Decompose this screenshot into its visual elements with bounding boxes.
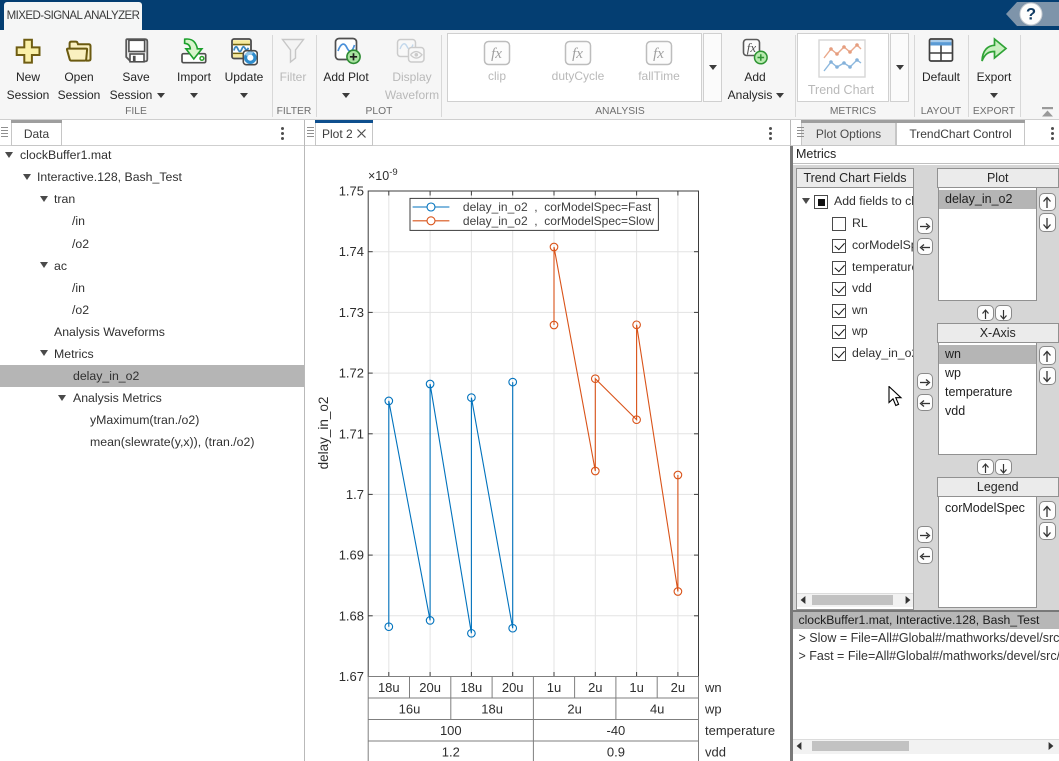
svg-text:2u: 2u [567,702,581,717]
svg-text:fx: fx [653,46,664,62]
svg-text:18u: 18u [461,680,483,695]
svg-text:1.67: 1.67 [339,669,364,684]
svg-text:1u: 1u [547,680,561,695]
svg-text:2u: 2u [671,680,685,695]
svg-text:delay_in_o2: delay_in_o2 [316,397,331,470]
svg-text:1.75: 1.75 [339,184,364,199]
svg-text:18u: 18u [378,680,400,695]
svg-text:1.2: 1.2 [442,745,460,760]
svg-text:fx: fx [747,40,757,55]
svg-text:1u: 1u [629,680,643,695]
svg-text:×10-9: ×10-9 [368,167,398,183]
svg-text:100: 100 [440,723,462,738]
svg-text:1.72: 1.72 [339,366,364,381]
svg-text:wp: wp [704,702,722,717]
svg-text:delay_in_o2 , corModelSpec=F: delay_in_o2 , corModelSpec=Fast [463,200,652,214]
svg-text:1.7: 1.7 [346,487,364,502]
svg-text:1.73: 1.73 [339,305,364,320]
svg-text:4u: 4u [650,702,664,717]
svg-text:2u: 2u [588,680,602,695]
svg-text:wn: wn [704,680,722,695]
svg-text:18u: 18u [481,702,503,717]
svg-text:-40: -40 [607,723,626,738]
svg-text:delay_in_o2 , corModelSpec=S: delay_in_o2 , corModelSpec=Slow [463,214,654,228]
svg-text:1.68: 1.68 [339,608,364,623]
svg-text:?: ? [1026,6,1036,24]
svg-text:20u: 20u [502,680,524,695]
svg-text:1.69: 1.69 [339,548,364,563]
svg-text:16u: 16u [399,702,421,717]
svg-text:1.71: 1.71 [339,426,364,441]
svg-text:fx: fx [491,46,502,62]
svg-text:vdd: vdd [705,745,726,760]
svg-text:0.9: 0.9 [607,745,625,760]
svg-text:temperature: temperature [705,723,775,738]
svg-text:20u: 20u [419,680,441,695]
svg-text:fx: fx [572,46,583,62]
svg-text:1.74: 1.74 [339,244,364,259]
